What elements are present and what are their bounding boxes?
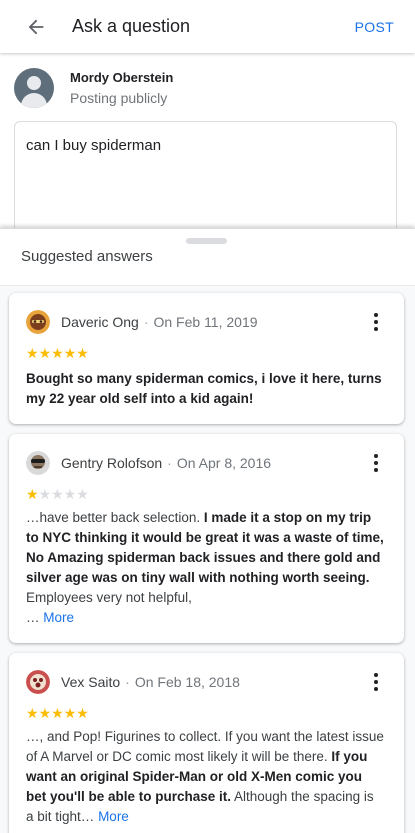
star-filled-icon: ★ xyxy=(26,705,39,721)
star-rating: ★★★★★ xyxy=(26,346,89,360)
drag-handle[interactable] xyxy=(186,238,227,244)
more-options-icon[interactable] xyxy=(368,454,384,474)
star-filled-icon: ★ xyxy=(63,345,77,361)
review-text: …have better back selection. I made it a… xyxy=(26,510,384,625)
star-filled-icon: ★ xyxy=(76,705,89,721)
avatar xyxy=(26,670,50,694)
star-filled-icon: ★ xyxy=(26,486,39,502)
poster-name: Mordy Oberstein xyxy=(70,70,174,85)
more-link[interactable]: More xyxy=(43,610,74,625)
sheet-title: Suggested answers xyxy=(21,248,153,265)
page-title: Ask a question xyxy=(72,16,191,36)
reviewer-name[interactable]: Daveric Ong xyxy=(61,314,139,330)
avatar xyxy=(26,451,50,475)
star-empty-icon: ★ xyxy=(63,486,77,502)
star-empty-icon: ★ xyxy=(51,486,64,502)
review-date: On Feb 18, 2018 xyxy=(134,674,240,690)
star-filled-icon: ★ xyxy=(38,345,52,361)
reviewer-name[interactable]: Gentry Rolofson xyxy=(61,455,162,471)
avatar xyxy=(14,68,54,108)
review-card[interactable]: Vex Saito · On Feb 18, 2018 ★★★★★ …, and… xyxy=(9,653,404,833)
review-card[interactable]: Daveric Ong · On Feb 11, 2019 ★★★★★ Boug… xyxy=(9,293,404,424)
post-button[interactable]: POST xyxy=(345,19,415,35)
review-card[interactable]: Gentry Rolofson · On Apr 8, 2016 ★★★★★ …… xyxy=(9,434,404,643)
review-text: Bought so many spiderman comics, i love … xyxy=(26,371,382,406)
poster-row: Mordy Oberstein Posting publicly xyxy=(14,68,173,108)
back-button[interactable] xyxy=(0,0,72,53)
question-input[interactable]: can I buy spiderman xyxy=(14,121,397,241)
star-empty-icon: ★ xyxy=(76,486,89,502)
arrow-back-icon xyxy=(28,19,44,34)
more-options-icon[interactable] xyxy=(368,673,384,693)
app-bar: Ask a question POST xyxy=(0,0,415,53)
more-options-icon[interactable] xyxy=(368,313,384,333)
star-rating: ★★★★★ xyxy=(26,706,89,720)
sheet-header: Suggested answers xyxy=(0,229,415,286)
star-filled-icon: ★ xyxy=(38,705,52,721)
star-filled-icon: ★ xyxy=(76,345,89,361)
reviewer-name[interactable]: Vex Saito xyxy=(61,674,120,690)
review-text: …, and Pop! Figurines to collect. If you… xyxy=(26,729,384,824)
avatar xyxy=(26,310,50,334)
star-rating: ★★★★★ xyxy=(26,487,89,501)
review-date: On Apr 8, 2016 xyxy=(176,455,272,471)
posting-visibility: Posting publicly xyxy=(70,90,168,106)
star-filled-icon: ★ xyxy=(51,705,64,721)
suggested-answers-sheet: Suggested answers Daveric Ong · On Feb 1… xyxy=(0,228,415,833)
star-filled-icon: ★ xyxy=(63,705,77,721)
more-link[interactable]: More xyxy=(98,809,129,824)
star-empty-icon: ★ xyxy=(38,486,52,502)
star-filled-icon: ★ xyxy=(26,345,39,361)
review-date: On Feb 11, 2019 xyxy=(153,314,258,330)
star-filled-icon: ★ xyxy=(51,345,64,361)
